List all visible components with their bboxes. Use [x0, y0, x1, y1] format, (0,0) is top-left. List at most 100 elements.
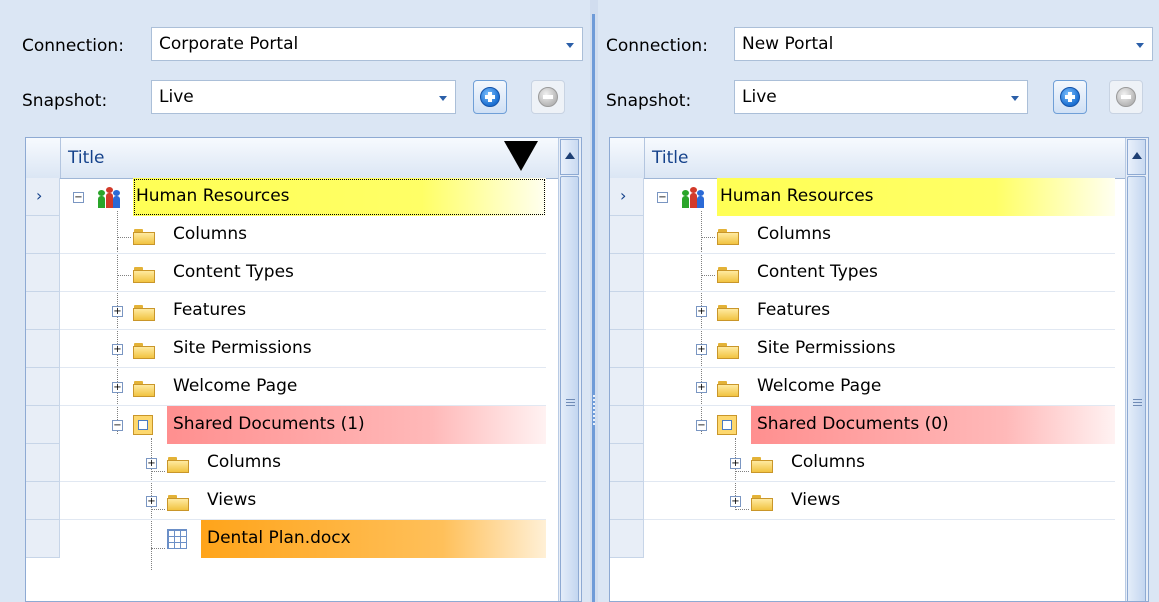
snapshot-label: Snapshot:	[606, 91, 692, 111]
snapshot-dropdown[interactable]: Live	[151, 80, 456, 114]
row-title-cell[interactable]: Columns	[201, 444, 546, 482]
folder-icon	[717, 229, 739, 245]
pane-splitter[interactable]	[590, 0, 598, 602]
tree-row[interactable]: Content Types	[610, 254, 1128, 292]
tree-row[interactable]: + Welcome Page	[26, 368, 561, 406]
row-title-cell[interactable]: Dental Plan.docx	[201, 520, 546, 558]
expand-icon[interactable]: +	[696, 344, 707, 355]
row-title-cell[interactable]: Features	[751, 292, 1115, 330]
folder-icon	[717, 305, 739, 321]
tree-row[interactable]: + Welcome Page	[610, 368, 1128, 406]
left-comparison-pane: Connection: Corporate Portal Snapshot: L…	[0, 0, 590, 602]
scroll-up-button[interactable]	[1127, 139, 1146, 175]
tree-row[interactable]: − Shared Documents (1)	[26, 406, 561, 444]
row-indicator: ›	[26, 178, 60, 216]
remove-snapshot-button[interactable]	[531, 80, 565, 114]
row-title-cell[interactable]: Welcome Page	[167, 368, 546, 406]
scroll-up-button[interactable]	[560, 139, 579, 175]
snapshot-value: Live	[742, 87, 777, 107]
document-library-icon	[133, 415, 153, 435]
snapshot-dropdown[interactable]: Live	[734, 80, 1028, 114]
connection-dropdown[interactable]: New Portal	[734, 27, 1153, 61]
vertical-scrollbar[interactable]	[1125, 138, 1148, 601]
tree-row[interactable]: Columns	[26, 216, 561, 254]
row-title-cell[interactable]: Content Types	[751, 254, 1115, 292]
row-title-cell[interactable]: Site Permissions	[751, 330, 1115, 368]
tree-row[interactable]: + Site Permissions	[610, 330, 1128, 368]
chevron-down-icon	[439, 96, 447, 101]
scroll-thumb[interactable]	[560, 176, 579, 601]
row-title-cell[interactable]: Site Permissions	[167, 330, 546, 368]
expand-icon[interactable]: +	[730, 496, 741, 507]
folder-icon	[133, 305, 155, 321]
vertical-scrollbar[interactable]	[558, 138, 581, 601]
tree-grid[interactable]: Title › − Human Resources Columns Conten…	[609, 137, 1149, 602]
tree-row[interactable]: Dental Plan.docx	[26, 520, 561, 558]
current-row-icon: ›	[620, 186, 627, 205]
remove-snapshot-button[interactable]	[1109, 80, 1143, 114]
collapse-icon[interactable]: −	[112, 420, 123, 431]
tree-row[interactable]: Content Types	[26, 254, 561, 292]
add-snapshot-button[interactable]	[473, 80, 507, 114]
column-header-title[interactable]: Title	[652, 148, 688, 168]
row-title-cell[interactable]: Shared Documents (1)	[167, 406, 546, 444]
expand-icon[interactable]: +	[146, 496, 157, 507]
chevron-down-icon	[1136, 43, 1144, 48]
expand-icon[interactable]: +	[112, 306, 123, 317]
expand-icon[interactable]: +	[696, 382, 707, 393]
add-snapshot-button[interactable]	[1053, 80, 1087, 114]
site-icon	[98, 186, 120, 208]
tree-row[interactable]: + Features	[610, 292, 1128, 330]
tree-row[interactable]: + Views	[610, 482, 1128, 520]
collapse-icon[interactable]: −	[657, 192, 668, 203]
site-icon	[682, 186, 704, 208]
row-title-cell[interactable]: Content Types	[167, 254, 546, 292]
tree-row[interactable]: + Features	[26, 292, 561, 330]
row-title-cell[interactable]: Human Resources	[717, 178, 1115, 216]
add-snapshot-icon	[1060, 87, 1080, 107]
scroll-thumb[interactable]	[1127, 176, 1146, 601]
tree-row-empty	[610, 520, 1128, 558]
row-title-cell[interactable]: Human Resources	[133, 178, 546, 216]
tree-row[interactable]: + Views	[26, 482, 561, 520]
row-title-cell[interactable]: Views	[785, 482, 1115, 520]
column-header-title[interactable]: Title	[68, 148, 104, 168]
tree-row[interactable]: › − Human Resources	[610, 178, 1128, 216]
add-snapshot-icon	[480, 87, 500, 107]
tree-row[interactable]: + Columns	[610, 444, 1128, 482]
expand-icon[interactable]: +	[146, 458, 157, 469]
row-title-cell[interactable]: Welcome Page	[751, 368, 1115, 406]
tree-row[interactable]: + Site Permissions	[26, 330, 561, 368]
folder-icon	[167, 457, 189, 473]
tree-row[interactable]: + Columns	[26, 444, 561, 482]
tree-row[interactable]: Columns	[610, 216, 1128, 254]
expand-icon[interactable]: +	[112, 344, 123, 355]
expand-icon[interactable]: +	[112, 382, 123, 393]
splitter-grip[interactable]	[593, 395, 595, 425]
collapse-icon[interactable]: −	[696, 420, 707, 431]
remove-snapshot-icon	[538, 87, 558, 107]
row-indicator: ›	[610, 178, 644, 216]
row-title-cell[interactable]: Columns	[751, 216, 1115, 254]
snapshot-value: Live	[159, 87, 194, 107]
folder-icon	[133, 381, 155, 397]
row-title-cell[interactable]: Views	[201, 482, 546, 520]
row-title-cell[interactable]: Shared Documents (0)	[751, 406, 1115, 444]
grid-header: Title	[26, 138, 581, 179]
row-title-cell[interactable]: Columns	[785, 444, 1115, 482]
expand-icon[interactable]: +	[730, 458, 741, 469]
expand-icon[interactable]: +	[696, 306, 707, 317]
chevron-down-icon	[566, 43, 574, 48]
folder-icon	[167, 495, 189, 511]
connection-value: New Portal	[742, 34, 834, 54]
row-title-cell[interactable]: Columns	[167, 216, 546, 254]
tree-row[interactable]: − Shared Documents (0)	[610, 406, 1128, 444]
tree-grid[interactable]: Title › − Human Resources Columns Conten…	[25, 137, 582, 602]
folder-icon	[751, 495, 773, 511]
document-library-icon	[717, 415, 737, 435]
collapse-icon[interactable]: −	[73, 192, 84, 203]
folder-icon	[133, 229, 155, 245]
tree-row[interactable]: › − Human Resources	[26, 178, 561, 216]
connection-dropdown[interactable]: Corporate Portal	[151, 27, 583, 61]
row-title-cell[interactable]: Features	[167, 292, 546, 330]
